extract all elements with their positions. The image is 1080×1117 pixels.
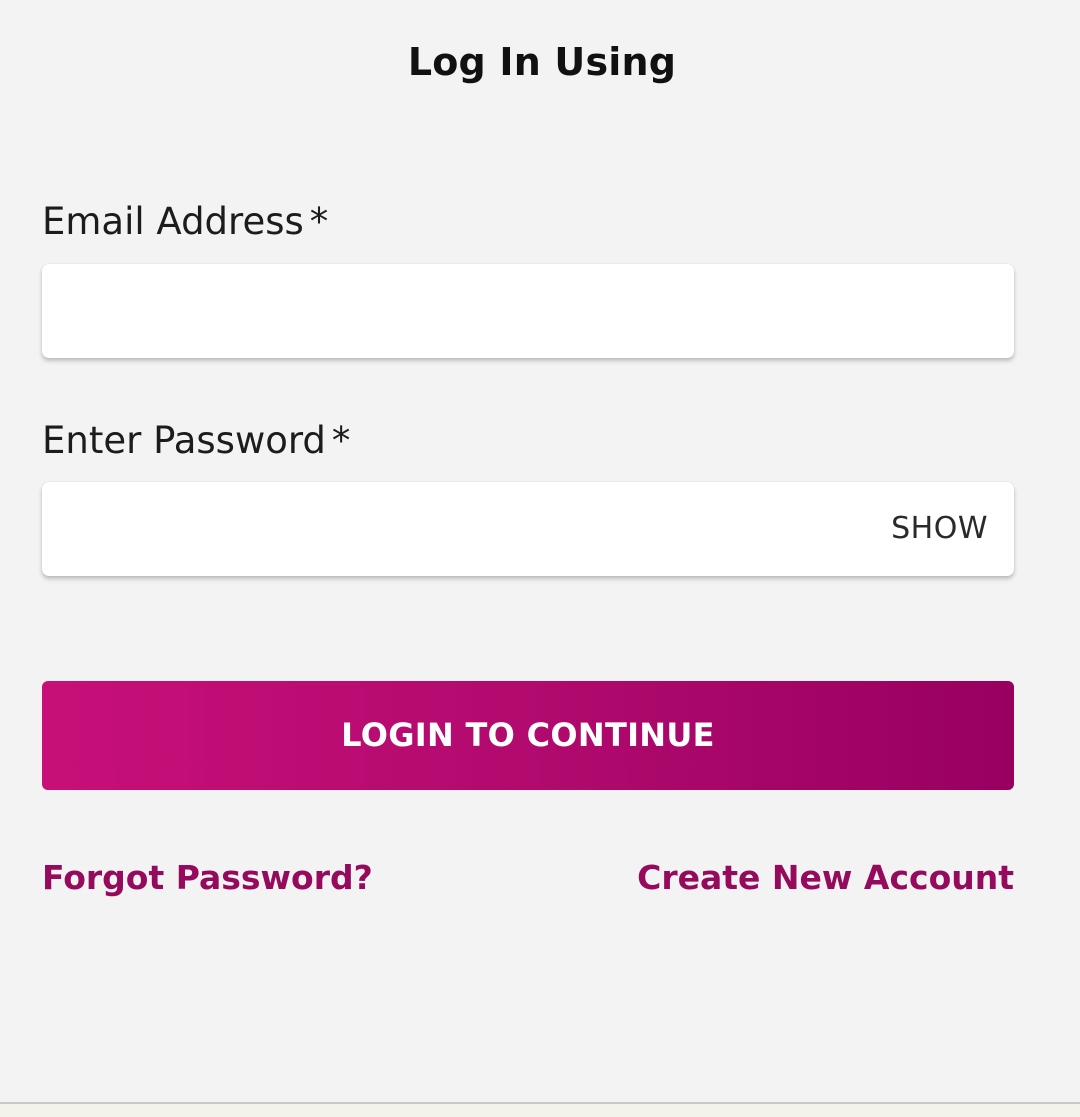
email-required-mark: * [309, 200, 329, 243]
password-label: Enter Password * [42, 419, 350, 462]
password-field[interactable] [42, 482, 862, 576]
email-label: Email Address * [42, 200, 328, 243]
email-label-text: Email Address [42, 200, 304, 243]
login-page: Log In Using Email Address * Enter Passwo… [0, 0, 1080, 1102]
email-field-container[interactable] [42, 264, 1014, 358]
show-password-toggle[interactable]: SHOW [891, 482, 988, 576]
page-title: Log In Using [407, 40, 677, 84]
login-button[interactable]: LOGIN TO CONTINUE [42, 681, 1014, 790]
create-account-link[interactable]: Create New Account [637, 858, 1014, 897]
password-label-text: Enter Password [42, 419, 326, 462]
bottom-bar [0, 1102, 1080, 1117]
password-field-container[interactable]: SHOW [42, 482, 1014, 576]
email-field[interactable] [42, 264, 862, 358]
password-required-mark: * [331, 419, 351, 462]
forgot-password-link[interactable]: Forgot Password? [42, 858, 373, 897]
